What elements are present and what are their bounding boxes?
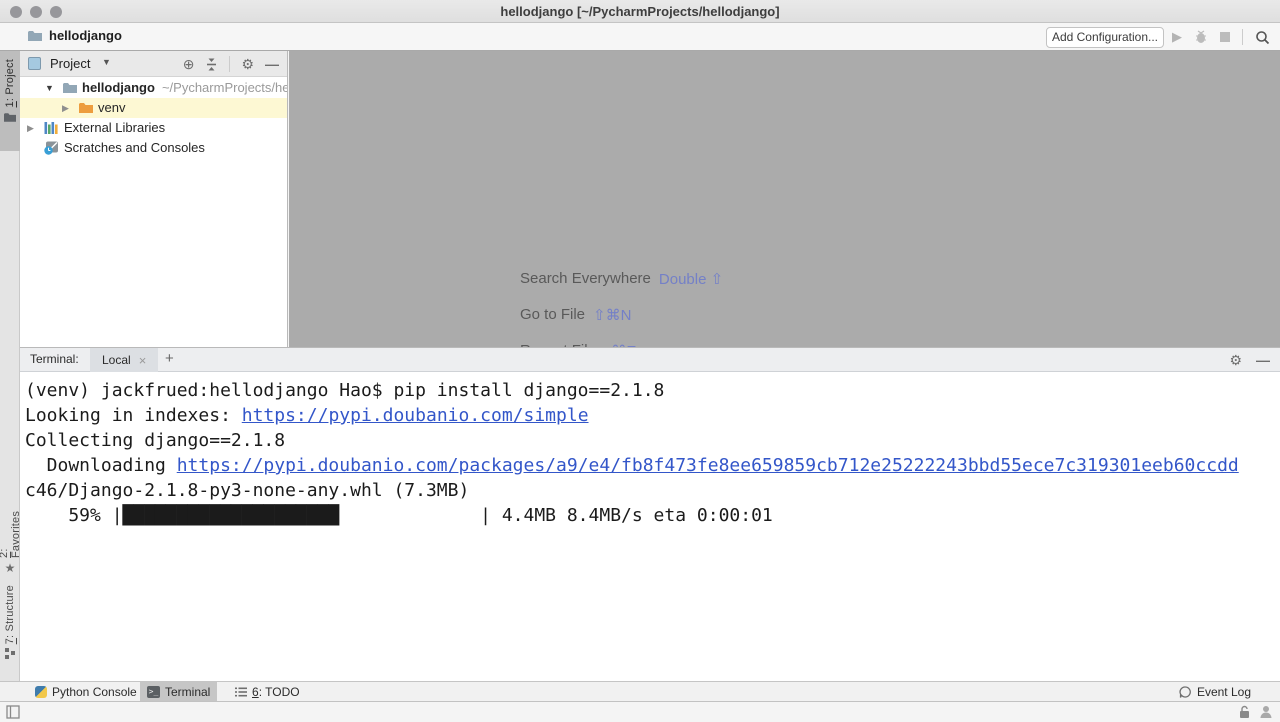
project-panel-header: Project ▼ ⊕ ⚙ —: [20, 51, 287, 77]
python-icon: [35, 686, 47, 698]
titlebar: hellodjango [~/PycharmProjects/hellodjan…: [0, 0, 1280, 23]
tool-button-event-log[interactable]: Event Log: [1172, 682, 1258, 702]
tree-row-hellodjango[interactable]: ▼ hellodjango~/PycharmProjects/hellodjan…: [20, 78, 287, 98]
terminal-label: Terminal:: [30, 352, 79, 366]
collapse-arrow-icon[interactable]: ▶: [27, 123, 34, 134]
status-bar: [0, 701, 1280, 722]
editor-empty-area: Search Everywhere Double ⇧ Go to File ⇧⌘…: [289, 51, 1280, 347]
breadcrumb-project-name: hellodjango: [49, 28, 122, 43]
tool-window-toggle-icon[interactable]: [6, 705, 20, 719]
project-panel-title[interactable]: Project: [50, 56, 90, 71]
debug-icon[interactable]: [1194, 30, 1208, 44]
project-tool-window: Project ▼ ⊕ ⚙ — ▼ hellodjango~/PycharmPr…: [20, 51, 288, 347]
tool-button-todo[interactable]: 6: TODO: [228, 682, 307, 702]
tool-button-project[interactable]: 1: Project: [0, 51, 20, 151]
panel-header-divider: [229, 56, 230, 72]
terminal-line: Downloading https://pypi.doubanio.com/pa…: [25, 453, 1280, 478]
terminal-output[interactable]: (venv) jackfrued:hellodjango Hao$ pip in…: [20, 373, 1280, 682]
terminal-tab-local[interactable]: Local ×: [90, 348, 158, 372]
project-folder-icon: [4, 112, 16, 123]
pycharm-window: hellodjango [~/PycharmProjects/hellodjan…: [0, 0, 1280, 722]
search-everywhere-icon[interactable]: [1255, 30, 1270, 45]
collapse-arrow-icon[interactable]: ▶: [62, 103, 69, 114]
collapse-all-icon[interactable]: [205, 58, 218, 71]
gear-icon[interactable]: ⚙: [241, 57, 254, 71]
terminal-progress-line: 59% |████████████████████ | 4.4MB 8.4MB/…: [25, 503, 1280, 528]
gear-icon[interactable]: ⚙: [1229, 352, 1242, 369]
todo-list-icon: [235, 687, 247, 697]
toolbar-divider: [1242, 29, 1243, 45]
library-icon: [44, 121, 58, 134]
tree-row-venv[interactable]: ▶ venv: [20, 98, 287, 118]
window-title: hellodjango [~/PycharmProjects/hellodjan…: [0, 4, 1280, 19]
shortcut-hint: Search Everywhere Double ⇧: [520, 270, 723, 288]
user-profile-icon[interactable]: [1260, 705, 1272, 719]
folder-icon: [28, 30, 42, 42]
chevron-down-icon[interactable]: ▼: [102, 57, 111, 67]
terminal-line: Looking in indexes: https://pypi.doubani…: [25, 403, 1280, 428]
scratches-icon: [44, 141, 59, 155]
breadcrumb[interactable]: hellodjango: [28, 28, 122, 43]
shortcut-hint: Go to File ⇧⌘N: [520, 306, 631, 324]
expand-arrow-icon[interactable]: ▼: [45, 83, 54, 93]
tool-button-structure[interactable]: 7: Structure: [0, 583, 20, 665]
event-log-icon: [1179, 686, 1192, 699]
terminal-line: Collecting django==2.1.8: [25, 428, 1280, 453]
unlock-icon[interactable]: [1239, 705, 1250, 719]
terminal-line: (venv) jackfrued:hellodjango Hao$ pip in…: [25, 378, 1280, 403]
tool-button-terminal[interactable]: >_ Terminal: [140, 682, 217, 702]
tree-row-scratches[interactable]: Scratches and Consoles: [20, 138, 287, 158]
terminal-icon: >_: [147, 686, 160, 698]
tool-window-bar: Python Console >_ Terminal 6: TODO Event…: [0, 681, 1280, 701]
project-path: ~/PycharmProjects/hellodjango: [162, 80, 288, 95]
folder-icon: [63, 82, 77, 94]
tree-row-external-libraries[interactable]: ▶ External Libraries: [20, 118, 287, 138]
close-tab-icon[interactable]: ×: [139, 353, 147, 368]
tool-window-icon: [28, 57, 41, 70]
main-toolbar: hellodjango Add Configuration... ▶: [0, 23, 1280, 51]
new-session-icon[interactable]: +: [165, 350, 174, 367]
structure-icon: [5, 648, 16, 659]
tool-button-favorites[interactable]: 2: Favorites ★: [0, 501, 20, 575]
terminal-link[interactable]: https://pypi.doubanio.com/simple: [242, 405, 589, 426]
star-icon: ★: [5, 561, 16, 575]
tool-button-python-console[interactable]: Python Console: [28, 682, 144, 702]
left-tool-strip: 1: Project 2: Favorites ★ 7: Structure: [0, 51, 20, 681]
hide-panel-icon[interactable]: —: [1256, 352, 1270, 368]
folder-icon: [79, 102, 93, 114]
terminal-line: c46/Django-2.1.8-py3-none-any.whl (7.3MB…: [25, 478, 1280, 503]
terminal-link[interactable]: https://pypi.doubanio.com/packages/a9/e4…: [177, 455, 1239, 476]
locate-file-icon[interactable]: ⊕: [183, 57, 195, 71]
terminal-tool-window: Terminal: Local × + ⚙ — (venv) jackfrued…: [20, 347, 1280, 681]
stop-icon[interactable]: [1220, 32, 1230, 42]
hide-panel-icon[interactable]: —: [265, 56, 279, 72]
run-icon[interactable]: ▶: [1172, 27, 1182, 47]
add-configuration-button[interactable]: Add Configuration...: [1046, 27, 1164, 48]
terminal-header: Terminal: Local × + ⚙ —: [20, 348, 1280, 372]
project-tree: ▼ hellodjango~/PycharmProjects/hellodjan…: [20, 78, 287, 158]
